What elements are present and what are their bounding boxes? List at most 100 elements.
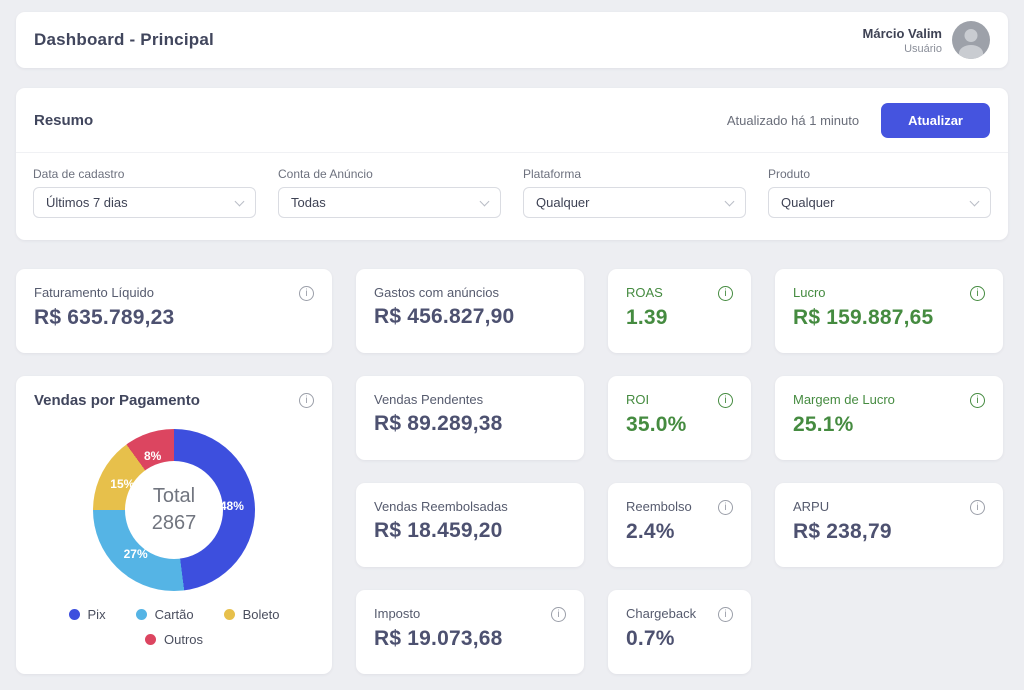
metric-label: Vendas Reembolsadas <box>374 499 508 514</box>
select-value: Todas <box>291 195 326 210</box>
legend-dot <box>224 609 235 620</box>
metric-label: Gastos com anúncios <box>374 285 499 300</box>
metric-value: R$ 19.073,68 <box>374 627 566 651</box>
chevron-down-icon <box>235 196 245 206</box>
metric-card-chargeback: Chargeback 0.7% <box>608 590 751 674</box>
legend-item[interactable]: Outros <box>145 632 203 647</box>
info-icon[interactable] <box>551 607 566 622</box>
metric-label: Lucro <box>793 285 826 300</box>
info-icon[interactable] <box>970 500 985 515</box>
payments-chart-card: Vendas por Pagamento Total 2867 48%27%15… <box>16 376 332 674</box>
metric-value: R$ 456.827,90 <box>374 305 566 329</box>
filter-produto: Produto Qualquer <box>768 167 991 218</box>
legend-item[interactable]: Pix <box>69 607 106 622</box>
filter-data-de-cadastro: Data de cadastro Últimos 7 dias <box>33 167 256 218</box>
info-icon[interactable] <box>718 286 733 301</box>
info-icon[interactable] <box>299 393 314 408</box>
donut-legend: Pix Cartão Boleto Outros <box>41 607 307 647</box>
refresh-button[interactable]: Atualizar <box>881 103 990 138</box>
chevron-down-icon <box>725 196 735 206</box>
donut-chart: Total 2867 48%27%15%8% <box>93 429 255 591</box>
donut-center: Total 2867 <box>125 461 223 559</box>
metric-label: Vendas Pendentes <box>374 392 483 407</box>
metric-label: Reembolso <box>626 499 692 514</box>
chevron-down-icon <box>970 196 980 206</box>
metric-card-roi: ROI 35.0% <box>608 376 751 460</box>
metric-label: ARPU <box>793 499 829 514</box>
donut-center-label: Total <box>153 485 195 508</box>
metric-label: Margem de Lucro <box>793 392 895 407</box>
metric-card-imposto: Imposto R$ 19.073,68 <box>356 590 584 674</box>
metrics-grid: Faturamento Líquido R$ 635.789,23 Gastos… <box>16 269 1008 674</box>
top-header: Dashboard - Principal Márcio Valim Usuár… <box>16 12 1008 68</box>
platform-select[interactable]: Qualquer <box>523 187 746 218</box>
select-value: Qualquer <box>781 195 834 210</box>
metric-value: 0.7% <box>626 627 733 651</box>
info-icon[interactable] <box>718 393 733 408</box>
metric-value: R$ 635.789,23 <box>34 306 314 330</box>
user-name: Márcio Valim <box>863 26 942 41</box>
resumo-section: Resumo Atualizado há 1 minuto Atualizar … <box>16 88 1008 240</box>
metric-card-roas: ROAS 1.39 <box>608 269 751 353</box>
user-menu[interactable]: Márcio Valim Usuário <box>863 21 990 59</box>
metric-label: Faturamento Líquido <box>34 285 154 300</box>
info-icon[interactable] <box>970 393 985 408</box>
page-title: Dashboard - Principal <box>34 30 214 50</box>
legend-dot <box>145 634 156 645</box>
user-meta: Márcio Valim Usuário <box>863 26 942 55</box>
chevron-down-icon <box>480 196 490 206</box>
metric-card-lucro: Lucro R$ 159.887,65 <box>775 269 1003 353</box>
info-icon[interactable] <box>718 607 733 622</box>
metric-card-gastos-anuncios: Gastos com anúncios R$ 456.827,90 <box>356 269 584 353</box>
filter-label: Data de cadastro <box>33 167 256 181</box>
product-select[interactable]: Qualquer <box>768 187 991 218</box>
legend-label: Cartão <box>155 607 194 622</box>
date-range-select[interactable]: Últimos 7 dias <box>33 187 256 218</box>
legend-item[interactable]: Boleto <box>224 607 280 622</box>
metric-value: 2.4% <box>626 520 733 544</box>
metric-value: R$ 89.289,38 <box>374 412 566 436</box>
metric-value: 25.1% <box>793 413 985 437</box>
metric-card-reembolso: Reembolso 2.4% <box>608 483 751 567</box>
metric-card-arpu: ARPU R$ 238,79 <box>775 483 1003 567</box>
chart-title: Vendas por Pagamento <box>34 392 200 409</box>
donut-total-value: 2867 <box>152 512 197 535</box>
resumo-actions: Atualizado há 1 minuto Atualizar <box>727 103 990 138</box>
legend-label: Boleto <box>243 607 280 622</box>
last-updated-text: Atualizado há 1 minuto <box>727 113 859 128</box>
info-icon[interactable] <box>718 500 733 515</box>
ad-account-select[interactable]: Todas <box>278 187 501 218</box>
metric-value: R$ 238,79 <box>793 520 985 544</box>
legend-dot <box>136 609 147 620</box>
filter-conta-de-anuncio: Conta de Anúncio Todas <box>278 167 501 218</box>
metric-card-faturamento-liquido: Faturamento Líquido R$ 635.789,23 <box>16 269 332 353</box>
metric-value: 35.0% <box>626 413 733 437</box>
metric-label: Imposto <box>374 606 420 621</box>
resumo-title: Resumo <box>34 112 93 129</box>
legend-label: Outros <box>164 632 203 647</box>
legend-item[interactable]: Cartão <box>136 607 194 622</box>
metric-card-margem-de-lucro: Margem de Lucro 25.1% <box>775 376 1003 460</box>
metric-value: 1.39 <box>626 306 733 330</box>
info-icon[interactable] <box>299 286 314 301</box>
metric-card-vendas-pendentes: Vendas Pendentes R$ 89.289,38 <box>356 376 584 460</box>
select-value: Qualquer <box>536 195 589 210</box>
info-icon[interactable] <box>970 286 985 301</box>
metric-card-vendas-reembolsadas: Vendas Reembolsadas R$ 18.459,20 <box>356 483 584 567</box>
filters-row: Data de cadastro Últimos 7 dias Conta de… <box>16 153 1008 240</box>
metric-label: ROI <box>626 392 649 407</box>
legend-label: Pix <box>88 607 106 622</box>
resumo-header: Resumo Atualizado há 1 minuto Atualizar <box>16 88 1008 153</box>
dashboard-page: Dashboard - Principal Márcio Valim Usuár… <box>0 0 1024 690</box>
metric-value: R$ 18.459,20 <box>374 519 566 543</box>
user-avatar-icon[interactable] <box>952 21 990 59</box>
filter-label: Plataforma <box>523 167 746 181</box>
filter-plataforma: Plataforma Qualquer <box>523 167 746 218</box>
metric-label: ROAS <box>626 285 663 300</box>
user-role: Usuário <box>863 43 942 55</box>
legend-dot <box>69 609 80 620</box>
filter-label: Conta de Anúncio <box>278 167 501 181</box>
metric-label: Chargeback <box>626 606 696 621</box>
metric-value: R$ 159.887,65 <box>793 306 985 330</box>
select-value: Últimos 7 dias <box>46 195 128 210</box>
